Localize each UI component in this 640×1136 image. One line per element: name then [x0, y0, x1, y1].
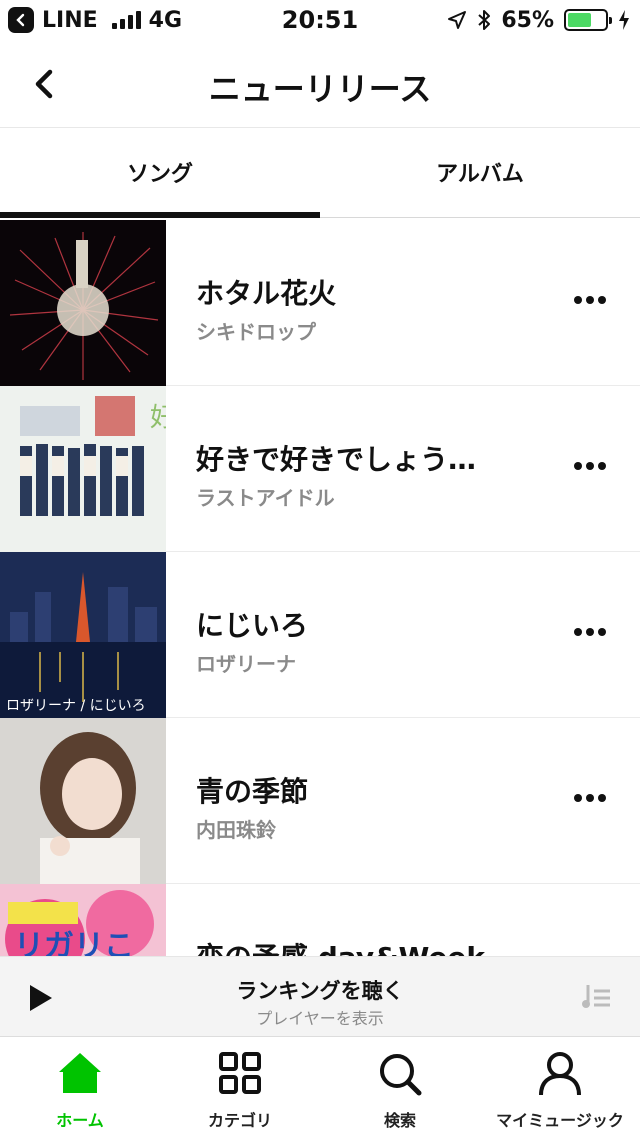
more-options-icon[interactable]	[574, 296, 606, 304]
song-artist: ロザリーナ	[196, 652, 296, 676]
tab-home[interactable]: ホーム	[0, 1037, 160, 1136]
song-row[interactable]: リガリこ 恋の予感 day&Week	[0, 884, 640, 956]
song-title: ホタル花火	[196, 277, 337, 310]
album-art	[0, 220, 166, 386]
more-options-icon[interactable]	[574, 462, 606, 470]
more-options-icon[interactable]	[574, 794, 606, 802]
player-title: ランキングを聴く	[236, 979, 404, 1003]
svg-text:リガリこ: リガリこ	[14, 929, 134, 956]
tab-label: 検索	[383, 1111, 416, 1130]
battery-percent: 65%	[501, 7, 554, 33]
song-title: 青の季節	[196, 775, 309, 808]
tab-bar-top: ソング アルバム	[0, 128, 640, 218]
charging-icon	[619, 10, 629, 30]
song-list: ホタル花火 シキドロップ 好 好きで好きでしょう… ラストアイドル ロザリーナ …	[0, 220, 640, 956]
song-row[interactable]: 青の季節 内田珠鈴	[0, 718, 640, 884]
album-art: リガリこ	[0, 884, 166, 956]
status-bar: LINE 4G 20:51 65%	[0, 0, 640, 40]
album-art	[0, 718, 166, 884]
album-art: 好	[0, 386, 166, 552]
bottom-tab-bar: ホーム カテゴリ 検索 マイミュージック	[0, 1036, 640, 1136]
tab-my-music[interactable]: マイミュージック	[480, 1037, 640, 1136]
bluetooth-icon	[478, 10, 491, 30]
mini-player[interactable]: ランキングを聴く プレイヤーを表示	[0, 956, 640, 1036]
battery-fill	[568, 13, 592, 27]
more-options-icon[interactable]	[574, 628, 606, 636]
song-row[interactable]: ロザリーナ / にじいろ にじいろ ロザリーナ	[0, 552, 640, 718]
home-icon	[59, 1053, 101, 1093]
tab-label: カテゴリ	[207, 1111, 272, 1130]
song-artist: シキドロップ	[196, 320, 316, 344]
svg-text:好: 好	[150, 403, 166, 433]
search-icon	[380, 1054, 422, 1096]
player-subtitle: プレイヤーを表示	[256, 1009, 384, 1028]
grid-icon	[219, 1052, 261, 1094]
tab-albums[interactable]: アルバム	[320, 128, 640, 217]
tab-label: ホーム	[56, 1111, 104, 1130]
svg-text:ロザリーナ / にじいろ: ロザリーナ / にじいろ	[6, 698, 146, 714]
location-icon	[448, 11, 467, 29]
song-row[interactable]: 好 好きで好きでしょう… ラストアイドル	[0, 386, 640, 552]
battery-icon	[564, 9, 612, 31]
song-title: 好きで好きでしょう…	[196, 443, 477, 476]
song-row[interactable]: ホタル花火 シキドロップ	[0, 220, 640, 386]
tab-label: マイミュージック	[496, 1111, 624, 1130]
song-title: 恋の予感 day&Week	[196, 936, 516, 956]
tab-search[interactable]: 検索	[320, 1037, 480, 1136]
album-art: ロザリーナ / にじいろ	[0, 552, 166, 718]
song-artist: ラストアイドル	[196, 486, 335, 510]
person-icon	[539, 1052, 581, 1096]
page-title: ニューリリース	[208, 70, 432, 108]
playlist-icon[interactable]	[582, 981, 614, 1013]
tab-category[interactable]: カテゴリ	[160, 1037, 320, 1136]
tab-songs[interactable]: ソング	[0, 128, 320, 218]
song-title: にじいろ	[196, 609, 309, 642]
song-artist: 内田珠鈴	[196, 818, 276, 842]
nav-header: ニューリリース	[0, 40, 640, 128]
